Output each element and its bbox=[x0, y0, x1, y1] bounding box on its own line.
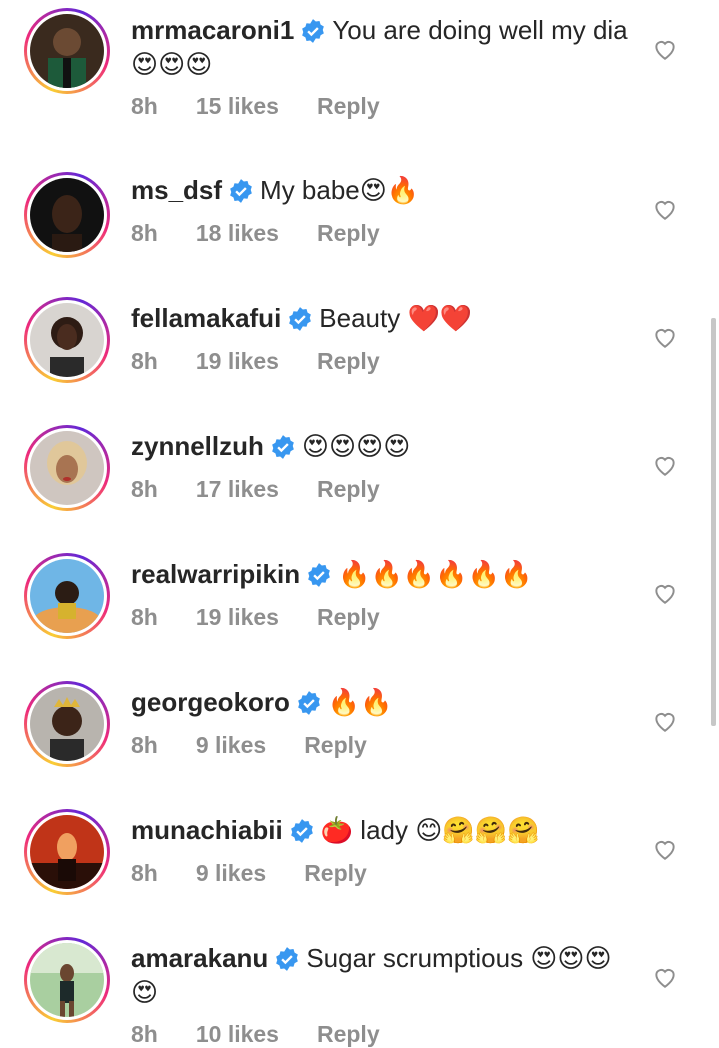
heart-outline-icon[interactable] bbox=[652, 580, 678, 606]
reply-button[interactable]: Reply bbox=[317, 348, 380, 374]
scrollbar[interactable] bbox=[711, 318, 716, 726]
avatar[interactable] bbox=[24, 425, 110, 511]
likes-count[interactable]: 10 likes bbox=[196, 1021, 279, 1047]
reply-button[interactable]: Reply bbox=[317, 476, 380, 502]
comment-time: 8h bbox=[131, 1021, 158, 1047]
verified-badge-icon bbox=[289, 307, 312, 331]
comment-time: 8h bbox=[131, 348, 158, 374]
comment-text: 🔥🔥🔥🔥🔥🔥 bbox=[338, 559, 533, 589]
reply-button[interactable]: Reply bbox=[317, 220, 380, 246]
avatar[interactable] bbox=[24, 8, 110, 94]
avatar[interactable] bbox=[24, 681, 110, 767]
comment-time: 8h bbox=[131, 732, 158, 758]
heart-outline-icon[interactable] bbox=[652, 452, 678, 478]
avatar[interactable] bbox=[24, 172, 110, 258]
verified-badge-icon bbox=[302, 19, 325, 43]
comment-time: 8h bbox=[131, 220, 158, 246]
avatar[interactable] bbox=[24, 297, 110, 383]
heart-outline-icon[interactable] bbox=[652, 36, 678, 62]
verified-badge-icon bbox=[290, 819, 313, 843]
avatar[interactable] bbox=[24, 809, 110, 895]
reply-button[interactable]: Reply bbox=[317, 604, 380, 630]
likes-count[interactable]: 15 likes bbox=[196, 93, 279, 119]
comment-time: 8h bbox=[131, 93, 158, 119]
username[interactable]: zynnellzuh bbox=[131, 431, 264, 461]
reply-button[interactable]: Reply bbox=[304, 732, 367, 758]
reply-button[interactable]: Reply bbox=[317, 93, 380, 119]
comment-time: 8h bbox=[131, 604, 158, 630]
verified-badge-icon bbox=[230, 179, 252, 203]
likes-count[interactable]: 19 likes bbox=[196, 348, 279, 374]
comment-text: 🔥🔥 bbox=[327, 687, 393, 717]
comment-text: 🍅 lady 😊🤗🤗🤗 bbox=[320, 815, 540, 845]
comment-time: 8h bbox=[131, 860, 158, 886]
likes-count[interactable]: 18 likes bbox=[196, 220, 279, 246]
reply-button[interactable]: Reply bbox=[317, 1021, 380, 1047]
verified-badge-icon bbox=[276, 947, 299, 971]
username[interactable]: munachiabii bbox=[131, 815, 283, 845]
verified-badge-icon bbox=[308, 563, 330, 587]
heart-outline-icon[interactable] bbox=[652, 964, 678, 990]
comment-time: 8h bbox=[131, 476, 158, 502]
avatar[interactable] bbox=[24, 553, 110, 639]
likes-count[interactable]: 9 likes bbox=[196, 860, 266, 886]
username[interactable]: georgeokoro bbox=[131, 687, 290, 717]
verified-badge-icon bbox=[272, 435, 294, 459]
heart-outline-icon[interactable] bbox=[652, 324, 678, 350]
comment-text: Beauty ❤️❤️ bbox=[319, 303, 473, 333]
heart-outline-icon[interactable] bbox=[652, 708, 678, 734]
username[interactable]: mrmacaroni1 bbox=[131, 15, 294, 45]
username[interactable]: amarakanu bbox=[131, 943, 268, 973]
likes-count[interactable]: 17 likes bbox=[196, 476, 279, 502]
comment-text: My babe😍🔥 bbox=[260, 175, 420, 205]
username[interactable]: realwarripikin bbox=[131, 559, 300, 589]
heart-outline-icon[interactable] bbox=[652, 836, 678, 862]
username[interactable]: fellamakafui bbox=[131, 303, 281, 333]
verified-badge-icon bbox=[298, 691, 320, 715]
comment-text: 😍😍😍😍 bbox=[301, 431, 411, 461]
avatar[interactable] bbox=[24, 937, 110, 1023]
heart-outline-icon[interactable] bbox=[652, 196, 678, 222]
likes-count[interactable]: 19 likes bbox=[196, 604, 279, 630]
reply-button[interactable]: Reply bbox=[304, 860, 367, 886]
username[interactable]: ms_dsf bbox=[131, 175, 222, 205]
likes-count[interactable]: 9 likes bbox=[196, 732, 266, 758]
